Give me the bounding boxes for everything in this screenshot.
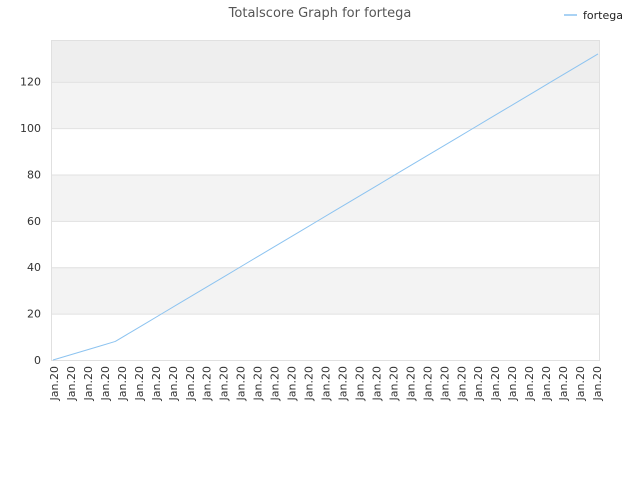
x-tick-label: Jan.20 [167, 366, 180, 401]
x-tick-label: Jan.20 [184, 366, 197, 401]
x-tick-label: Jan.20 [320, 366, 333, 401]
x-tick-label: Jan.20 [99, 366, 112, 401]
x-tick-label: Jan.20 [489, 366, 502, 401]
y-tick-label: 20 [27, 308, 41, 321]
plot-band [51, 128, 600, 175]
x-tick-label: Jan.20 [65, 366, 78, 401]
x-tick-label: Jan.20 [387, 366, 400, 401]
plot-band-top [51, 40, 600, 82]
x-tick-label: Jan.20 [591, 366, 604, 401]
x-axis: Jan.20 Jan.20 Jan.20 Jan.20 Jan.20 Jan.20 Jan.… [48, 366, 604, 401]
x-tick-label: Jan.20 [269, 366, 282, 401]
plot-band [51, 313, 600, 360]
x-tick-label: Jan.20 [235, 366, 248, 401]
x-tick-label: Jan.20 [506, 366, 519, 401]
x-tick-label: Jan.20 [116, 366, 129, 401]
x-tick-label: Jan.20 [370, 366, 383, 401]
y-axis: 0 20 40 60 80 100 120 [20, 76, 41, 367]
x-tick-label: Jan.20 [540, 366, 553, 401]
y-tick-label: 120 [20, 76, 41, 89]
x-tick-label: Jan.20 [201, 366, 214, 401]
plot-background [51, 40, 600, 360]
totalscore-chart: 020406080100120 Jan.20 Jan.20 Jan.20 Jan.20… [20, 6, 623, 401]
x-tick-label: Jan.20 [404, 366, 417, 401]
y-tick-label: 40 [27, 261, 41, 274]
x-tick-label: Jan.20 [472, 366, 485, 401]
legend-label-fortega: fortega [583, 9, 623, 22]
y-tick-label: 80 [27, 168, 41, 181]
x-tick-label: Jan.20 [353, 366, 366, 401]
plot-band [51, 81, 600, 129]
x-tick-label: Jan.20 [557, 366, 570, 401]
x-tick-label: Jan.20 [133, 366, 146, 401]
plot-band [51, 267, 600, 314]
x-tick-label: Jan.20 [455, 366, 468, 401]
x-tick-label: Jan.20 [150, 366, 163, 401]
x-tick-label: Jan.20 [523, 366, 536, 401]
x-tick-label: Jan.20 [421, 366, 434, 401]
x-tick-label: Jan.20 [252, 366, 265, 401]
x-tick-label: Jan.20 [82, 366, 95, 401]
x-tick-label: Jan.20 [336, 366, 349, 401]
y-tick-label: 100 [20, 122, 41, 135]
plot-band [51, 174, 600, 221]
x-tick-label: Jan.20 [218, 366, 231, 401]
x-tick-label: Jan.20 [286, 366, 299, 401]
plot-band [51, 220, 600, 268]
x-tick-label: Jan.20 [303, 366, 316, 401]
x-tick-label: Jan.20 [48, 366, 61, 401]
legend[interactable]: fortega [564, 9, 623, 22]
x-tick-label: Jan.20 [574, 366, 587, 401]
chart-title: Totalscore Graph for fortega [228, 6, 412, 21]
y-tick-label: 0 [34, 354, 41, 367]
y-tick-label: 60 [27, 215, 41, 228]
x-tick-label: Jan.20 [438, 366, 451, 401]
